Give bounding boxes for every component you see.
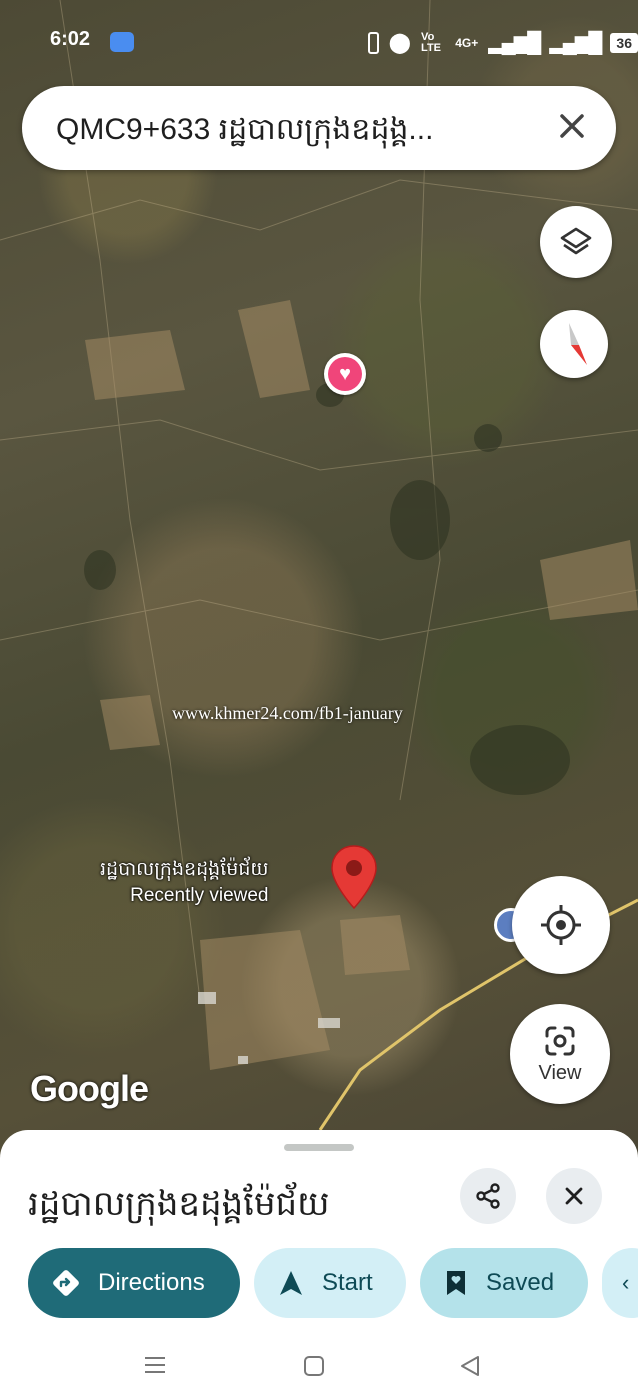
layers-icon: [560, 227, 592, 255]
directions-button[interactable]: Directions: [28, 1248, 240, 1318]
sheet-drag-handle[interactable]: [284, 1144, 354, 1151]
vibrate-icon: [368, 31, 379, 54]
pin-title: រដ្ឋបាលក្រុងឧដុង្គម៉ែជ័យ: [100, 859, 269, 880]
battery-icon: 36: [610, 32, 638, 53]
close-icon: [565, 1187, 583, 1205]
place-title: រដ្ឋបាលក្រុងឧដុង្គម៉ែជ័យ: [28, 1185, 330, 1223]
heart-icon: ♥: [328, 357, 362, 391]
satellite-map[interactable]: 6:02 ⬤ Vo LTE 4G+ ▂▄▆█ ▂▄▆█ 36 QMC9+633 …: [0, 0, 638, 1160]
more-actions-chip[interactable]: ‹: [602, 1248, 638, 1318]
watermark-text: www.khmer24.com/fb1-january: [172, 703, 403, 723]
crosshair-icon: [541, 905, 581, 945]
close-icon[interactable]: [552, 106, 592, 146]
network-type-icon: 4G+: [455, 35, 479, 50]
signal-icon: ▂▄▆█: [488, 32, 541, 54]
place-bottom-sheet[interactable]: រដ្ឋបាលក្រុងឧដុង្គម៉ែជ័យ Directions Star…: [0, 1130, 638, 1400]
status-time: 6:02: [50, 28, 91, 50]
share-button[interactable]: [460, 1168, 516, 1224]
status-icons: ⬤ Vo LTE 4G+ ▂▄▆█ ▂▄▆█ 36: [368, 30, 638, 55]
pin-subtitle: Recently viewed: [130, 885, 269, 906]
saved-button[interactable]: Saved: [420, 1248, 588, 1318]
saved-place-marker[interactable]: ♥: [324, 353, 366, 395]
my-location-button[interactable]: [512, 876, 610, 974]
weather-icon: [110, 32, 134, 52]
compass-button[interactable]: [540, 310, 608, 378]
search-query[interactable]: QMC9+633 រដ្ឋបាលក្រុងឧដុង្គ...: [56, 110, 433, 154]
navigation-arrow-icon: [280, 1271, 302, 1295]
system-nav-bar: [0, 1350, 638, 1390]
location-pin-icon[interactable]: [330, 844, 378, 910]
search-bar[interactable]: QMC9+633 រដ្ឋបាលក្រុងឧដុង្គ...: [22, 86, 616, 170]
compass-icon: [569, 323, 587, 365]
share-icon: [476, 1183, 500, 1209]
lens-icon: [545, 1026, 575, 1055]
signal-icon-2: ▂▄▆█: [549, 32, 602, 54]
view-label: View: [538, 1061, 582, 1084]
start-button[interactable]: Start: [254, 1248, 406, 1318]
location-icon: ⬤: [388, 32, 412, 54]
start-label: Start: [322, 1269, 373, 1296]
bookmark-heart-icon: [447, 1271, 465, 1295]
directions-label: Directions: [98, 1269, 205, 1296]
recent-apps-icon[interactable]: [143, 1354, 167, 1376]
layers-button[interactable]: [540, 206, 612, 278]
share-icon: ‹: [622, 1270, 630, 1295]
view-button[interactable]: View: [510, 1004, 610, 1104]
map-terrain: [0, 0, 638, 1131]
pin-label[interactable]: រដ្ឋបាលក្រុងឧដុង្គម៉ែជ័យ Recently viewed: [100, 857, 268, 909]
google-logo: Google: [30, 1068, 149, 1109]
back-icon[interactable]: [458, 1354, 482, 1378]
volte-icon: Vo LTE: [421, 30, 442, 54]
close-sheet-button[interactable]: [546, 1168, 602, 1224]
saved-label: Saved: [486, 1269, 555, 1296]
directions-icon: [53, 1270, 79, 1296]
home-icon[interactable]: [302, 1354, 326, 1378]
